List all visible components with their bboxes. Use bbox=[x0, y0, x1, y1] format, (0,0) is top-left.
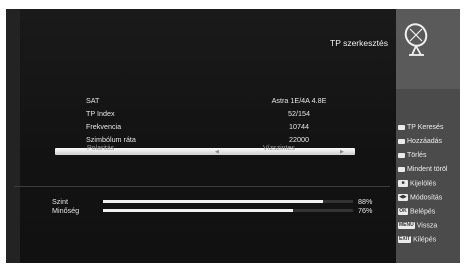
detail-label: Szimbólum ráta bbox=[86, 135, 136, 144]
level-value: 88% bbox=[358, 197, 373, 206]
arrow-left-icon[interactable]: ◀ bbox=[215, 149, 219, 155]
satellite-dish-icon bbox=[404, 23, 428, 56]
divider bbox=[14, 186, 390, 187]
menu-back[interactable]: MENU Vissza bbox=[398, 222, 437, 229]
left-right-key-icon: ◀▶ bbox=[398, 194, 408, 201]
exit-key-icon: EXIT bbox=[398, 236, 412, 243]
color-key-icon bbox=[398, 166, 405, 172]
menu-add[interactable]: Hozzáadás bbox=[398, 138, 442, 145]
quality-value: 76% bbox=[358, 206, 373, 215]
detail-value: Astra 1E/4A 4.8E bbox=[271, 96, 327, 105]
level-label: Szint bbox=[52, 197, 68, 206]
color-key-icon bbox=[398, 152, 405, 158]
tv-screen bbox=[6, 9, 460, 263]
arrow-right-icon[interactable]: ▶ bbox=[340, 149, 344, 155]
quality-bar-fill bbox=[103, 209, 293, 212]
color-key-icon bbox=[398, 138, 405, 144]
menu-select[interactable]: ■ Kijelölés bbox=[398, 180, 436, 187]
menu-key-icon: MENU bbox=[398, 222, 415, 229]
polarity-selector[interactable]: Polaritás ◀ Vízszintes ▶ bbox=[55, 145, 355, 155]
detail-label: SAT bbox=[86, 96, 100, 105]
detail-value: 10744 bbox=[289, 122, 309, 131]
page-title: TP szerkesztés bbox=[330, 38, 388, 48]
select-key-icon: ■ bbox=[398, 180, 408, 187]
quality-bar bbox=[103, 209, 353, 212]
detail-value: 22000 bbox=[289, 135, 309, 144]
level-bar bbox=[103, 200, 353, 203]
menu-modify[interactable]: ◀▶ Módosítás bbox=[398, 194, 442, 201]
menu-delete[interactable]: Törlés bbox=[398, 152, 426, 159]
detail-value: 52/154 bbox=[288, 109, 310, 118]
polarity-value: Vízszintes bbox=[263, 145, 295, 152]
menu-tp-search[interactable]: TP Keresés bbox=[398, 124, 443, 131]
detail-label: TP Index bbox=[86, 109, 115, 118]
color-key-icon bbox=[398, 124, 405, 130]
ok-key-icon: OK bbox=[398, 208, 408, 215]
level-bar-fill bbox=[103, 200, 323, 203]
polarity-label: Polaritás bbox=[87, 145, 115, 152]
menu-enter[interactable]: OK Belépés bbox=[398, 208, 435, 215]
menu-delete-all[interactable]: Mindent töröl bbox=[398, 166, 447, 173]
detail-label: Frekvencia bbox=[86, 122, 122, 131]
menu-exit[interactable]: EXIT Kilépés bbox=[398, 236, 436, 243]
quality-label: Minőség bbox=[52, 206, 80, 215]
